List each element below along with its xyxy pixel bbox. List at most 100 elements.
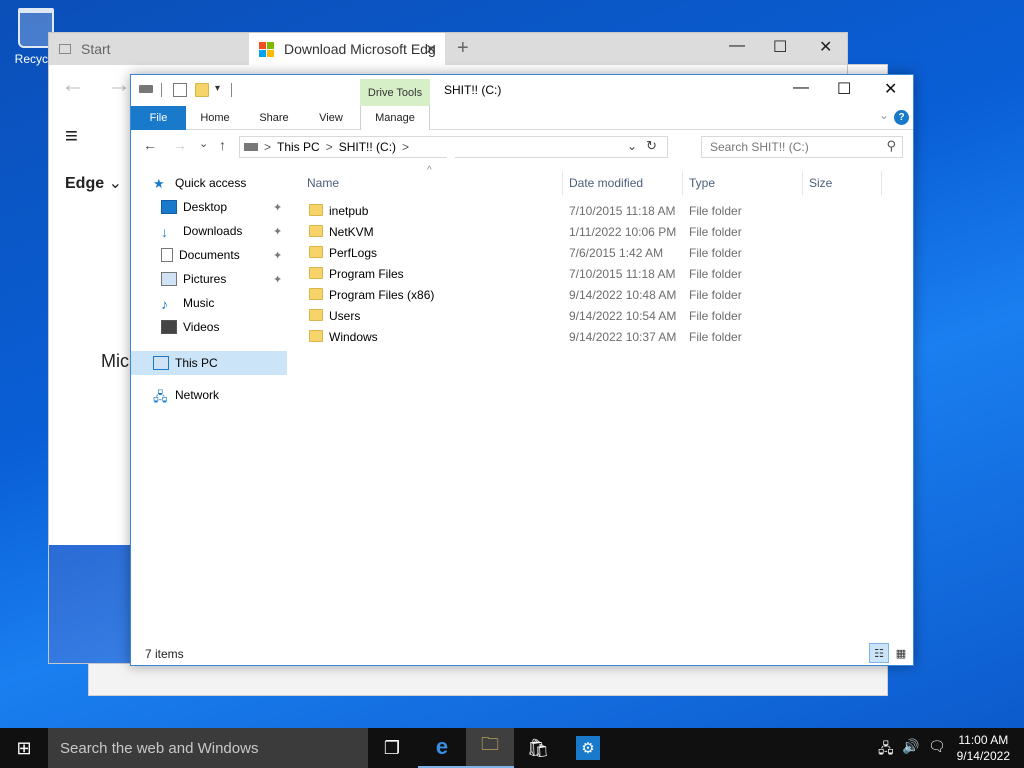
breadcrumb-drive[interactable]: SHIT!! (C:) <box>339 140 396 154</box>
breadcrumb-separator[interactable]: > <box>326 140 333 154</box>
edge-maximize-button[interactable]: ☐ <box>773 37 787 57</box>
pin-icon[interactable]: ✦ <box>273 273 282 286</box>
network-tray-icon[interactable]: 🖧 <box>878 738 894 762</box>
edge-forward-icon[interactable]: → <box>107 71 131 99</box>
download-arrow-icon: ↓ <box>161 224 168 240</box>
videos-icon <box>161 320 177 334</box>
navigation-pane: ★ Quick access Desktop ✦ ↓ Downloads ✦ D… <box>131 171 289 635</box>
window-title: SHIT!! (C:) <box>444 83 502 97</box>
volume-tray-icon[interactable]: 🔊 <box>902 738 919 755</box>
hamburger-menu-icon[interactable]: ≡ <box>65 123 78 149</box>
expand-ribbon-icon[interactable]: ⌄ <box>879 108 889 122</box>
forward-button[interactable]: → <box>173 137 187 153</box>
tab-view[interactable]: View <box>305 106 357 130</box>
status-item-count: 7 items <box>145 647 184 661</box>
tab-share[interactable]: Share <box>246 106 302 130</box>
edge-taskbar-icon[interactable]: e <box>418 728 466 768</box>
folder-icon <box>309 204 323 216</box>
column-headers: ^ Name Date modified Type Size <box>301 165 891 195</box>
nav-documents[interactable]: Documents <box>161 243 240 267</box>
file-list: inetpub 7/10/2015 11:18 AM File folder N… <box>301 200 901 347</box>
table-row[interactable]: Windows 9/14/2022 10:37 AM File folder <box>301 326 901 347</box>
breadcrumb-separator[interactable]: > <box>264 140 271 154</box>
recent-locations-icon[interactable]: ⌄ <box>199 137 208 150</box>
back-button[interactable]: ← <box>143 137 157 153</box>
folder-icon <box>309 309 323 321</box>
taskbar-search-box[interactable]: Search the web and Windows <box>48 728 368 768</box>
breadcrumb-separator[interactable]: > <box>402 140 409 154</box>
settings-taskbar-icon[interactable]: ⚙ <box>564 728 612 768</box>
maximize-button[interactable]: ☐ <box>837 79 851 99</box>
start-button[interactable]: ⊞ <box>0 728 48 768</box>
nav-videos[interactable]: Videos <box>161 315 219 339</box>
help-icon[interactable]: ? <box>894 110 909 125</box>
minimize-button[interactable]: — <box>793 79 809 97</box>
table-row[interactable]: Program Files 7/10/2015 11:18 AM File fo… <box>301 263 901 284</box>
edge-heading[interactable]: Edge ⌄ <box>65 173 122 193</box>
store-taskbar-icon[interactable]: 🛍 <box>514 728 562 768</box>
file-explorer-taskbar-icon[interactable]: 🗀 <box>466 728 514 768</box>
new-tab-button[interactable]: + <box>457 37 469 60</box>
new-folder-icon[interactable] <box>195 83 209 97</box>
search-placeholder: Search SHIT!! (C:) <box>710 140 809 154</box>
table-row[interactable]: inetpub 7/10/2015 11:18 AM File folder <box>301 200 901 221</box>
up-button[interactable]: ↑ <box>219 137 226 153</box>
large-icons-view-button[interactable]: ▦ <box>893 645 909 661</box>
column-date-modified[interactable]: Date modified <box>569 171 643 195</box>
clock-time: 11:00 AM <box>958 733 1009 747</box>
nav-quick-access[interactable]: ★ Quick access <box>153 171 246 195</box>
taskbar-search-placeholder: Search the web and Windows <box>60 739 259 757</box>
tab-page-icon <box>59 44 71 54</box>
nav-pictures[interactable]: Pictures <box>161 267 226 291</box>
table-row[interactable]: NetKVM 1/11/2022 10:06 PM File folder <box>301 221 901 242</box>
column-name[interactable]: Name <box>307 171 339 195</box>
nav-music[interactable]: ♪ Music <box>161 291 214 315</box>
address-history-dropdown-icon[interactable]: ⌄ <box>627 139 637 153</box>
tab-start[interactable]: Start <box>49 33 247 65</box>
folder-icon <box>309 267 323 279</box>
details-view-button[interactable]: ☷ <box>869 643 889 663</box>
pin-icon[interactable]: ✦ <box>273 249 282 262</box>
column-size[interactable]: Size <box>809 171 832 195</box>
table-row[interactable]: Users 9/14/2022 10:54 AM File folder <box>301 305 901 326</box>
breadcrumb-this-pc[interactable]: This PC <box>277 140 320 154</box>
nav-downloads[interactable]: ↓ Downloads <box>161 219 242 243</box>
tab-manage[interactable]: Manage <box>360 106 430 130</box>
edge-back-icon[interactable]: ← <box>61 71 85 99</box>
nav-network[interactable]: 🖧 Network <box>153 383 219 407</box>
refresh-icon[interactable]: ↻ <box>646 138 657 154</box>
edge-minimize-button[interactable]: — <box>729 37 745 55</box>
desktop-icon <box>161 200 177 214</box>
pin-icon[interactable]: ✦ <box>273 225 282 238</box>
sort-ascending-icon: ^ <box>427 165 432 176</box>
close-button[interactable]: ✕ <box>884 79 897 99</box>
search-icon: ⚲ <box>886 138 896 153</box>
tab-file[interactable]: File <box>131 106 186 130</box>
documents-icon <box>161 248 173 262</box>
pin-icon[interactable]: ✦ <box>273 201 282 214</box>
folder-icon <box>309 330 323 342</box>
music-note-icon: ♪ <box>161 296 168 312</box>
table-row[interactable]: PerfLogs 7/6/2015 1:42 AM File folder <box>301 242 901 263</box>
navigation-bar: ← → ⌄ ↑ > This PC > SHIT!! (C:) > ⌄ ↻ Se… <box>131 133 913 161</box>
nav-this-pc[interactable]: This PC <box>131 351 287 375</box>
clock[interactable]: 11:00 AM 9/14/2022 <box>957 732 1010 764</box>
tab-download-edge[interactable]: Download Microsoft Edg ✕ <box>249 33 445 65</box>
pictures-icon <box>161 272 177 286</box>
table-row[interactable]: Program Files (x86) 9/14/2022 10:48 AM F… <box>301 284 901 305</box>
taskbar: ⊞ Search the web and Windows ❐ e 🗀 🛍 ⚙ 🖧… <box>0 728 1024 768</box>
edge-close-button[interactable]: ✕ <box>819 37 832 57</box>
settings-icon: ⚙ <box>576 736 600 760</box>
search-input[interactable]: Search SHIT!! (C:) ⚲ <box>701 136 903 158</box>
task-view-icon[interactable]: ❐ <box>368 728 416 768</box>
drive-tools-label: Drive Tools <box>360 79 430 107</box>
microsoft-logo-icon <box>259 41 274 57</box>
tab-close-icon[interactable]: ✕ <box>425 41 437 58</box>
clock-date: 9/14/2022 <box>956 749 1010 763</box>
properties-icon[interactable] <box>173 83 187 97</box>
tab-home[interactable]: Home <box>189 106 241 130</box>
notifications-tray-icon[interactable]: 🗨 <box>928 738 946 755</box>
customize-qat-icon[interactable]: ▾ <box>215 83 220 94</box>
column-type[interactable]: Type <box>689 171 715 195</box>
nav-desktop[interactable]: Desktop <box>161 195 227 219</box>
